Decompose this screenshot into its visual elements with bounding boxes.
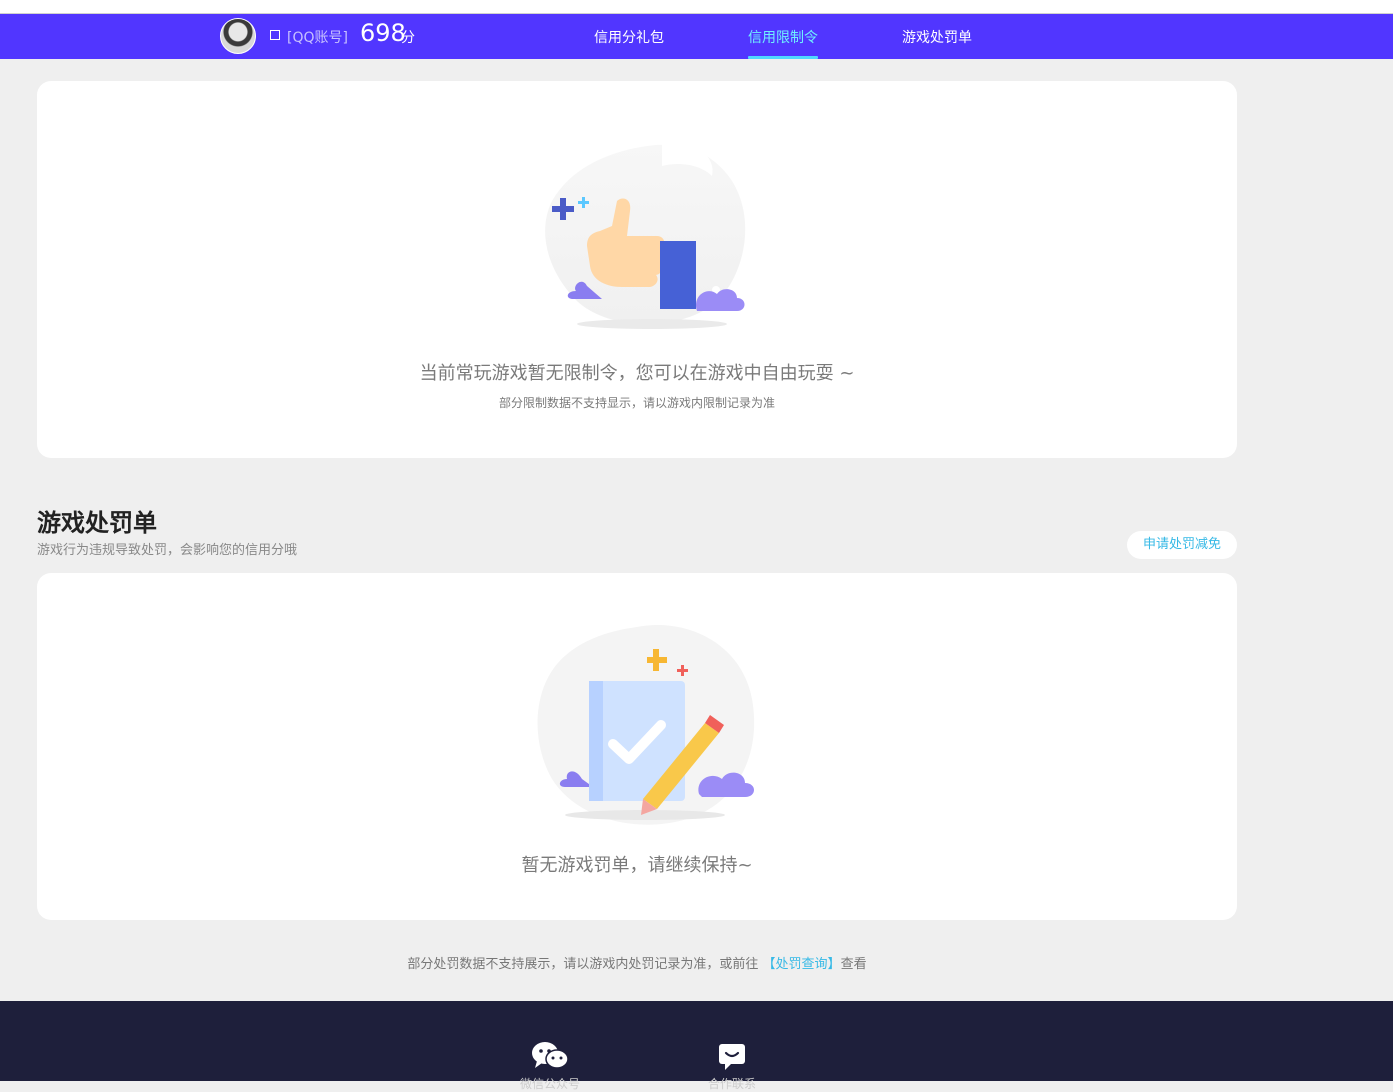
- footer-contact[interactable]: 合作联系: [687, 1041, 777, 1092]
- top-nav-bar: [QQ账号] 698 分 信用分礼包 信用限制令 游戏处罚单: [0, 14, 1393, 59]
- clipboard-pencil-illustration: [537, 624, 755, 825]
- footnote-text-after: 查看: [840, 957, 867, 972]
- credit-score-unit: 分: [401, 30, 415, 46]
- footnote-text: 部分处罚数据不支持展示，请以游戏内处罚记录为准，或前往: [407, 957, 763, 972]
- footer: 微信公众号 合作联系: [0, 1001, 1393, 1091]
- account-icon: [270, 30, 280, 40]
- penalty-section-description: 游戏行为违规导致处罚，会影响您的信用分哦: [37, 543, 298, 558]
- footer-wechat[interactable]: 微信公众号: [505, 1041, 595, 1092]
- account-type-label: [QQ账号]: [287, 30, 348, 46]
- credit-score: 698: [360, 19, 406, 47]
- message-icon: [719, 1044, 745, 1070]
- thumbs-up-illustration: [545, 142, 746, 329]
- penalty-footnote: 部分处罚数据不支持展示，请以游戏内处罚记录为准，或前往 【处罚查询】查看: [0, 953, 1274, 972]
- penalty-card: 暂无游戏罚单，请继续保持~: [37, 573, 1237, 920]
- penalty-section-title: 游戏处罚单: [37, 509, 157, 537]
- restriction-empty-title: 当前常玩游戏暂无限制令，您可以在游戏中自由玩耍 ~: [419, 363, 855, 384]
- restriction-card: 当前常玩游戏暂无限制令，您可以在游戏中自由玩耍 ~ 部分限制数据不支持显示，请以…: [37, 81, 1237, 458]
- footer-wechat-label: 微信公众号: [519, 1077, 580, 1091]
- top-strip: [0, 0, 1393, 14]
- penalty-empty-title: 暂无游戏罚单，请继续保持~: [521, 855, 753, 876]
- restriction-empty-note: 部分限制数据不支持显示，请以游戏内限制记录为准: [498, 396, 775, 410]
- tab-game-penalty[interactable]: 游戏处罚单: [902, 27, 972, 47]
- wechat-icon: [532, 1042, 569, 1069]
- penalty-query-link[interactable]: 【处罚查询】: [763, 957, 841, 972]
- tab-credit-restriction[interactable]: 信用限制令: [748, 27, 818, 47]
- footer-contact-label: 合作联系: [707, 1077, 756, 1091]
- active-tab-underline: [748, 56, 818, 59]
- tab-credit-gift[interactable]: 信用分礼包: [594, 27, 664, 47]
- avatar[interactable]: [220, 18, 256, 54]
- apply-penalty-reduction-button[interactable]: 申请处罚减免: [1127, 531, 1237, 559]
